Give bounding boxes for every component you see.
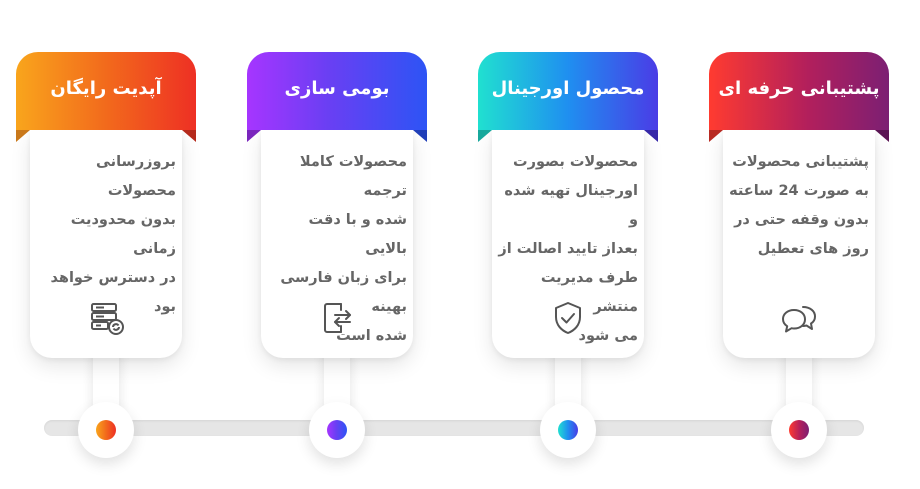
card-header: بومی سازی bbox=[247, 52, 427, 142]
feature-card-pro-support: پشتیبانی محصولات به صورت 24 ساعته بدون و… bbox=[709, 52, 889, 458]
card-description: پشتیبانی محصولات به صورت 24 ساعته بدون و… bbox=[729, 154, 869, 257]
card-header: آپدیت رایگان bbox=[16, 52, 196, 142]
chat-bubbles-icon bbox=[779, 298, 819, 338]
card-body: پشتیبانی محصولات به صورت 24 ساعته بدون و… bbox=[723, 130, 875, 358]
feature-card-original-product: محصولات بصورت اورجینال تهیه شده و بعداز … bbox=[478, 52, 658, 458]
feature-card-localization: محصولات کاملا ترجمه شده و با دقت بالایی … bbox=[247, 52, 427, 458]
card-description: بروزرسانی محصولات بدون محدودیت زمانی در … bbox=[50, 154, 176, 315]
card-header: پشتیبانی حرفه ای bbox=[709, 52, 889, 142]
shield-check-icon bbox=[548, 298, 588, 338]
timeline-connector bbox=[309, 348, 365, 458]
card-title: بومی سازی bbox=[284, 78, 390, 99]
timeline-connector bbox=[78, 348, 134, 458]
card-title: پشتیبانی حرفه ای bbox=[718, 78, 880, 99]
card-title: آپدیت رایگان bbox=[50, 78, 162, 99]
timeline-dot bbox=[558, 420, 578, 440]
server-sync-icon bbox=[86, 298, 126, 338]
timeline-dot bbox=[327, 420, 347, 440]
card-body: محصولات بصورت اورجینال تهیه شده و بعداز … bbox=[492, 130, 644, 358]
card-body: بروزرسانی محصولات بدون محدودیت زمانی در … bbox=[30, 130, 182, 358]
timeline-dot bbox=[789, 420, 809, 440]
timeline-connector bbox=[540, 348, 596, 458]
timeline-connector bbox=[771, 348, 827, 458]
door-arrows-icon bbox=[317, 298, 357, 338]
feature-card-free-update: بروزرسانی محصولات بدون محدودیت زمانی در … bbox=[16, 52, 196, 458]
card-header: محصول اورجینال bbox=[478, 52, 658, 142]
card-title: محصول اورجینال bbox=[491, 78, 645, 99]
card-body: محصولات کاملا ترجمه شده و با دقت بالایی … bbox=[261, 130, 413, 358]
timeline-dot bbox=[96, 420, 116, 440]
